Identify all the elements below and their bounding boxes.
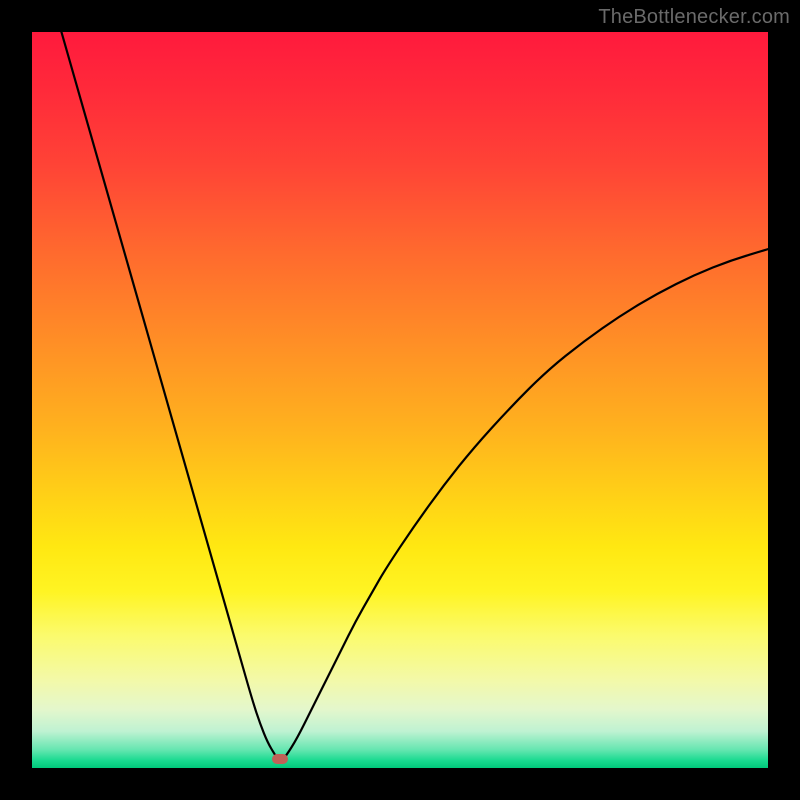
minimum-marker bbox=[272, 754, 288, 764]
watermark-text: TheBottlenecker.com bbox=[598, 6, 790, 29]
chart-frame: TheBottlenecker.com bbox=[0, 0, 800, 800]
chart-plot-area bbox=[32, 32, 768, 768]
bottleneck-curve bbox=[32, 32, 768, 768]
